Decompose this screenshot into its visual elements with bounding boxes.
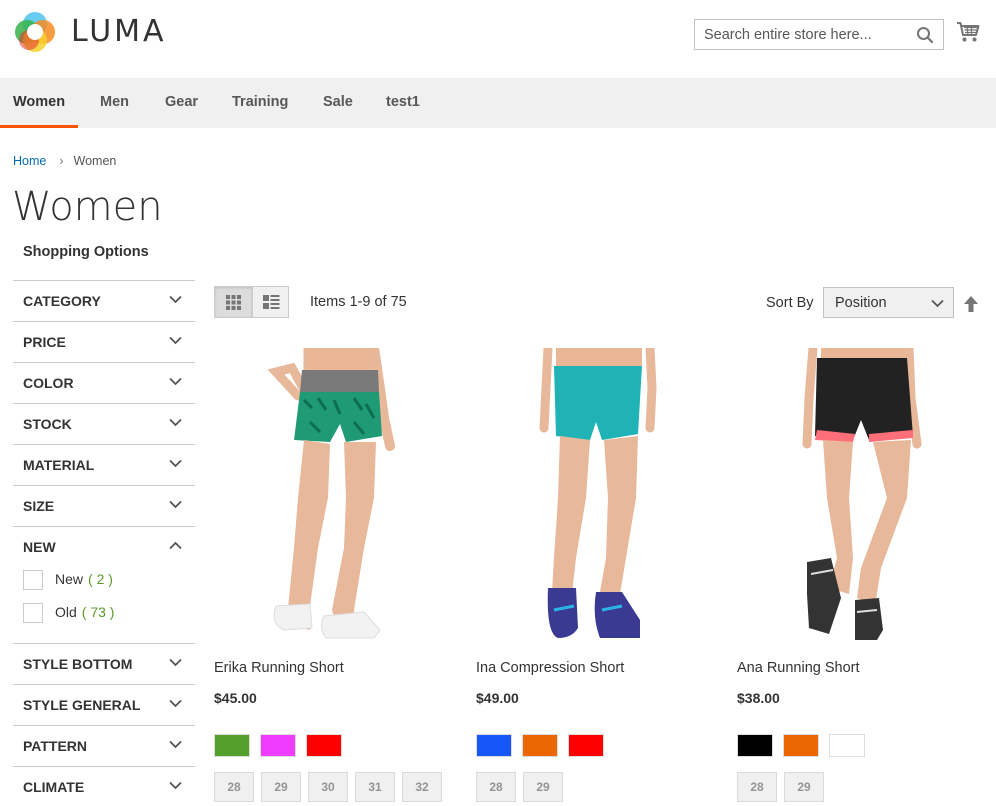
chevron-down-icon xyxy=(169,459,182,468)
color-swatch-black[interactable] xyxy=(737,734,773,757)
product-price: $38.00 xyxy=(737,690,780,706)
checkbox[interactable] xyxy=(23,570,43,590)
sort-select-value: Position xyxy=(835,295,887,311)
filter-title: NEW xyxy=(23,539,56,555)
search-icon[interactable] xyxy=(916,26,934,44)
option-label: Old xyxy=(55,604,77,620)
search-input[interactable] xyxy=(695,20,905,49)
filter-title: PATTERN xyxy=(23,738,88,754)
option-count: ( 73 ) xyxy=(81,604,115,620)
main-nav: Women Men Gear Training Sale test1 xyxy=(0,78,996,128)
filter-title: MATERIAL xyxy=(23,457,95,473)
chevron-down-icon xyxy=(169,658,182,667)
chevron-down-icon xyxy=(169,699,182,708)
size-option[interactable]: 29 xyxy=(261,772,301,802)
luma-logo-icon[interactable] xyxy=(13,10,57,54)
grid-icon xyxy=(226,295,241,310)
nav-item-training[interactable]: Training xyxy=(219,78,301,128)
filter-category[interactable]: CATEGORY xyxy=(13,280,195,321)
chevron-down-icon xyxy=(931,299,944,308)
color-swatch-red[interactable] xyxy=(568,734,604,757)
list-view-button[interactable] xyxy=(252,287,289,317)
chevron-down-icon xyxy=(169,781,182,790)
product-image[interactable] xyxy=(214,348,454,648)
chevron-down-icon xyxy=(169,740,182,749)
chevron-down-icon xyxy=(169,295,182,304)
breadcrumb-current: Women xyxy=(73,154,117,168)
color-swatch-orange[interactable] xyxy=(783,734,819,757)
filter-title: CLIMATE xyxy=(23,779,85,795)
nav-item-men[interactable]: Men xyxy=(87,78,142,128)
chevron-down-icon xyxy=(169,500,182,509)
brand-name[interactable]: LUMA xyxy=(71,14,167,49)
filter-title: COLOR xyxy=(23,375,74,391)
nav-item-sale[interactable]: Sale xyxy=(310,78,366,128)
product-price: $49.00 xyxy=(476,690,519,706)
breadcrumb-home-link[interactable]: Home xyxy=(13,154,46,168)
filter-title: PRICE xyxy=(23,334,66,350)
page-title: Women xyxy=(12,184,163,230)
filter-material[interactable]: MATERIAL xyxy=(13,444,195,485)
size-option[interactable]: 28 xyxy=(476,772,516,802)
breadcrumb: Home › Women xyxy=(13,154,116,168)
product-price: $45.00 xyxy=(214,690,257,706)
color-swatch-red[interactable] xyxy=(306,734,342,757)
filter-list: CATEGORY PRICE COLOR STOCK MATERIAL SIZE… xyxy=(13,280,195,806)
color-swatch-green[interactable] xyxy=(214,734,250,757)
size-option[interactable]: 32 xyxy=(402,772,442,802)
nav-item-gear[interactable]: Gear xyxy=(152,78,211,128)
chevron-up-icon xyxy=(169,541,182,550)
list-icon xyxy=(263,295,280,309)
size-option[interactable]: 29 xyxy=(784,772,824,802)
nav-item-test1[interactable]: test1 xyxy=(373,78,433,128)
chevron-down-icon xyxy=(169,418,182,427)
grid-view-button[interactable] xyxy=(215,287,252,317)
nav-item-women[interactable]: Women xyxy=(0,78,79,128)
filter-climate[interactable]: CLIMATE xyxy=(13,766,195,806)
sort-by-label: Sort By xyxy=(766,295,814,311)
chevron-down-icon xyxy=(169,377,182,386)
filter-stock[interactable]: STOCK xyxy=(13,403,195,444)
color-swatch-purple[interactable] xyxy=(260,734,296,757)
filter-title: CATEGORY xyxy=(23,293,101,309)
color-swatch-orange[interactable] xyxy=(522,734,558,757)
product-image[interactable] xyxy=(476,348,716,648)
checkbox[interactable] xyxy=(23,603,43,623)
breadcrumb-separator-icon: › xyxy=(59,154,64,168)
color-swatch-white[interactable] xyxy=(829,734,865,757)
sort-direction-arrow-up-icon[interactable] xyxy=(963,295,979,313)
filter-style-general[interactable]: STYLE GENERAL xyxy=(13,684,195,725)
view-mode-switcher xyxy=(214,286,289,318)
filter-style-bottom[interactable]: STYLE BOTTOM xyxy=(13,643,195,684)
product-name-link[interactable]: Ana Running Short xyxy=(737,660,860,676)
search-box xyxy=(694,19,944,50)
filter-pattern[interactable]: PATTERN xyxy=(13,725,195,766)
product-name-link[interactable]: Erika Running Short xyxy=(214,660,344,676)
sort-select[interactable]: Position xyxy=(823,287,954,318)
filter-title: STYLE GENERAL xyxy=(23,697,141,713)
header: LUMA xyxy=(0,0,996,78)
filter-title: STOCK xyxy=(23,416,72,432)
filter-size[interactable]: SIZE xyxy=(13,485,195,526)
option-label: New xyxy=(55,571,84,587)
chevron-down-icon xyxy=(169,336,182,345)
filter-title: STYLE BOTTOM xyxy=(23,656,133,672)
size-option[interactable]: 28 xyxy=(214,772,254,802)
shopping-options-title: Shopping Options xyxy=(23,244,149,260)
cart-icon[interactable] xyxy=(956,21,980,43)
filter-price[interactable]: PRICE xyxy=(13,321,195,362)
size-option[interactable]: 28 xyxy=(737,772,777,802)
size-option[interactable]: 29 xyxy=(523,772,563,802)
filter-title: SIZE xyxy=(23,498,55,514)
items-count: Items 1-9 of 75 xyxy=(310,294,407,310)
product-image[interactable] xyxy=(737,348,977,648)
size-option[interactable]: 31 xyxy=(355,772,395,802)
product-name-link[interactable]: Ina Compression Short xyxy=(476,660,624,676)
filter-color[interactable]: COLOR xyxy=(13,362,195,403)
option-count: ( 2 ) xyxy=(88,571,113,587)
filter-new[interactable]: NEW New( 2 ) Old( 73 ) xyxy=(13,526,195,643)
size-option[interactable]: 30 xyxy=(308,772,348,802)
color-swatch-blue[interactable] xyxy=(476,734,512,757)
